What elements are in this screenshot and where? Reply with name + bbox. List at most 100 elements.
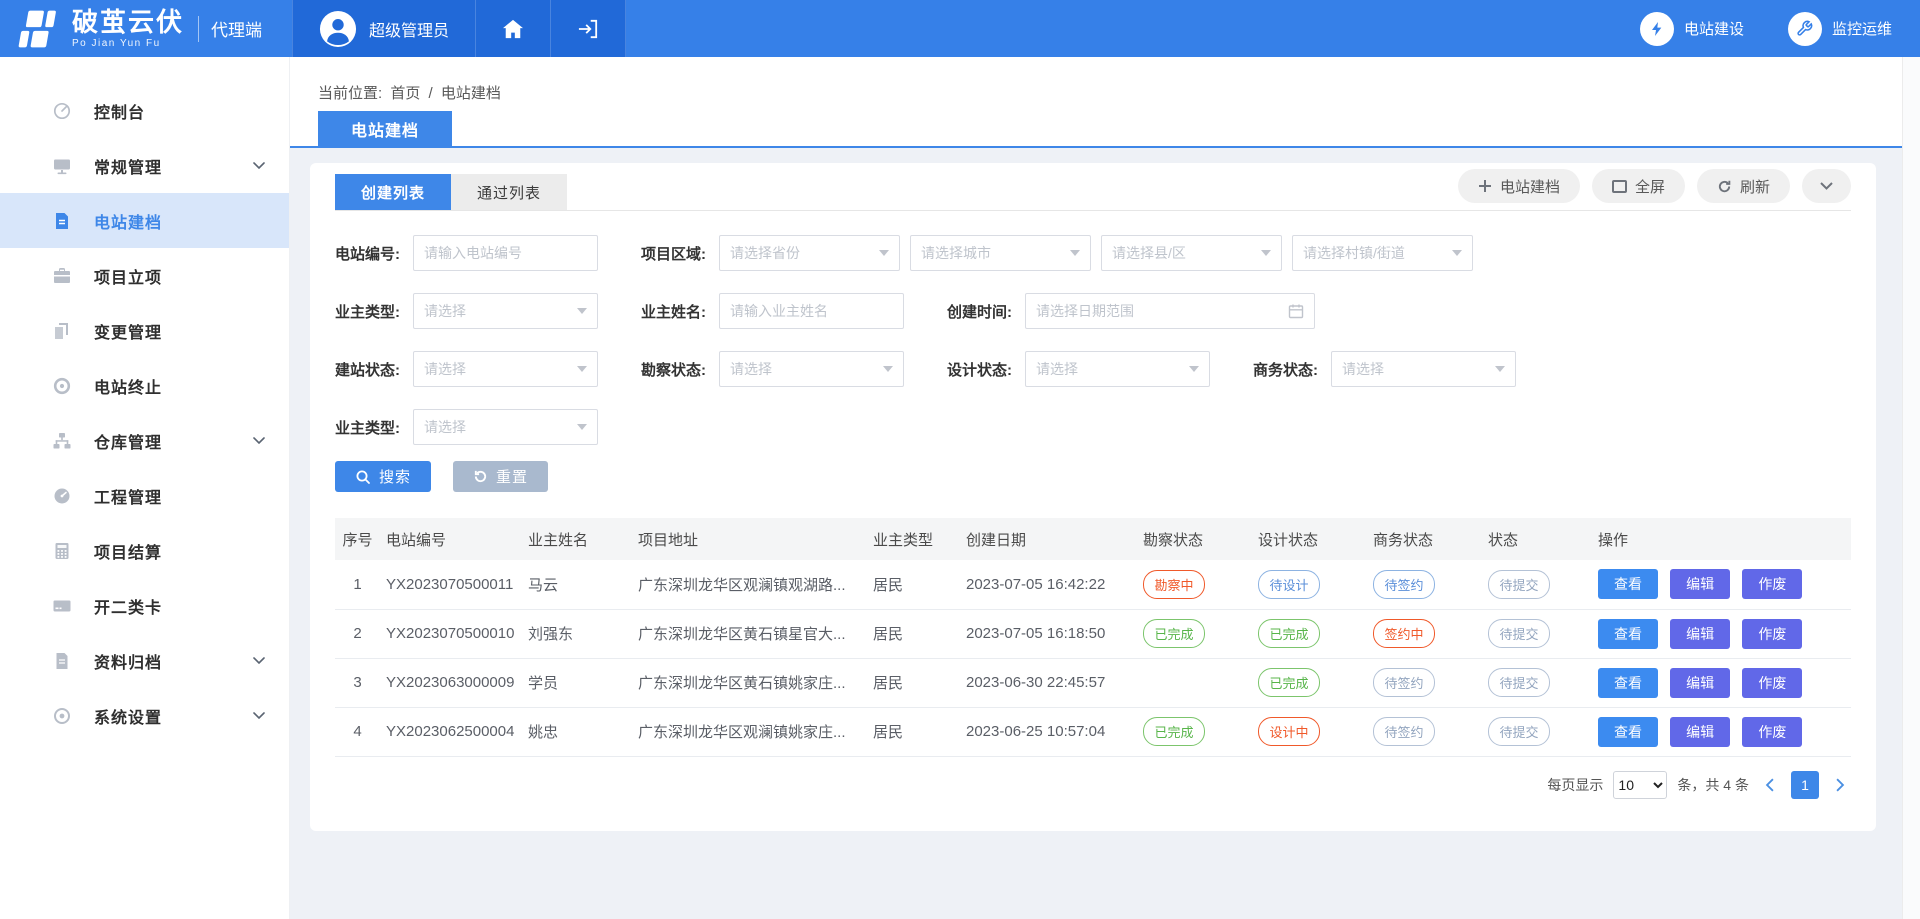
cell-address: 广东深圳龙华区黄石镇姚家庄... <box>632 658 867 707</box>
sidebar-item-station-archive[interactable]: 电站建档 <box>0 193 289 248</box>
sidebar-item-label: 项目立项 <box>94 264 162 288</box>
sidebar-item-data-archive[interactable]: 资料归档 <box>0 633 289 688</box>
void-button[interactable]: 作废 <box>1742 717 1802 747</box>
cell-station-code: YX2023062500004 <box>380 707 522 756</box>
pagination: 每页显示 10 条，共 4 条 1 <box>335 771 1851 799</box>
caret-down-icon <box>1495 366 1505 372</box>
page-tab[interactable]: 电站建档 <box>318 111 452 146</box>
tab-passed-list[interactable]: 通过列表 <box>451 174 567 210</box>
per-page-select[interactable]: 10 <box>1613 771 1667 799</box>
view-button[interactable]: 查看 <box>1598 619 1658 649</box>
edit-button[interactable]: 编辑 <box>1670 619 1730 649</box>
station-code-input[interactable] <box>413 235 598 271</box>
business-status-select[interactable]: 请选择 <box>1331 351 1516 387</box>
sidebar-item-label: 资料归档 <box>94 649 162 673</box>
scrollbar-track[interactable] <box>1902 57 1920 919</box>
edit-button[interactable]: 编辑 <box>1670 668 1730 698</box>
breadcrumb-home[interactable]: 首页 <box>390 85 420 102</box>
user-menu[interactable]: 超级管理员 <box>292 0 476 57</box>
design-status-select[interactable]: 请选择 <box>1025 351 1210 387</box>
cell-station-code: YX2023063000009 <box>380 658 522 707</box>
gauge-icon <box>52 486 72 506</box>
col-index: 序号 <box>335 518 380 560</box>
sidebar-item-project-approval[interactable]: 项目立项 <box>0 248 289 303</box>
view-button[interactable]: 查看 <box>1598 668 1658 698</box>
sidebar-item-warehouse-mgmt[interactable]: 仓库管理 <box>0 413 289 468</box>
owner-type-placeholder: 请选择 <box>424 301 466 321</box>
sidebar-item-engineering-mgmt[interactable]: 工程管理 <box>0 468 289 523</box>
void-button[interactable]: 作废 <box>1742 569 1802 599</box>
view-button[interactable]: 查看 <box>1598 717 1658 747</box>
prev-page-icon[interactable] <box>1759 778 1781 792</box>
caret-down-icon <box>577 366 587 372</box>
build-status-select[interactable]: 请选择 <box>413 351 598 387</box>
tab-create-list[interactable]: 创建列表 <box>335 174 451 210</box>
fullscreen-button[interactable]: 全屏 <box>1592 169 1685 203</box>
owner-name-input[interactable] <box>719 293 904 329</box>
sidebar-item-system-settings[interactable]: 系统设置 <box>0 688 289 743</box>
reset-button[interactable]: 重置 <box>453 461 548 492</box>
document-icon <box>52 211 72 231</box>
owner-name-label: 业主姓名: <box>641 301 719 322</box>
home-icon <box>502 19 524 39</box>
create-station-button[interactable]: 电站建档 <box>1458 169 1580 203</box>
logout-button[interactable] <box>551 0 626 57</box>
owner-type2-select[interactable]: 请选择 <box>413 409 598 445</box>
business-status-badge: 待签约 <box>1373 570 1435 599</box>
briefcase-icon <box>52 266 72 286</box>
sidebar-item-general-mgmt[interactable]: 常规管理 <box>0 138 289 193</box>
void-button[interactable]: 作废 <box>1742 668 1802 698</box>
more-button[interactable] <box>1802 169 1851 203</box>
chevron-down-icon <box>253 437 265 444</box>
toolbar: 电站建档 全屏 刷新 <box>1458 169 1851 203</box>
sitemap-icon <box>52 431 72 451</box>
owner-type2-label: 业主类型: <box>335 417 413 438</box>
main-area: 当前位置: 首页 / 电站建档 电站建档 创建列表 通过列表 电站建档 <box>290 57 1920 919</box>
sidebar-item-station-terminate[interactable]: 电站终止 <box>0 358 289 413</box>
city-select[interactable]: 请选择城市 <box>910 235 1091 271</box>
edit-button[interactable]: 编辑 <box>1670 569 1730 599</box>
date-range-input[interactable]: 请选择日期范围 <box>1025 293 1315 329</box>
nav-station-build-label: 电站建设 <box>1684 18 1744 39</box>
next-page-icon[interactable] <box>1829 778 1851 792</box>
chevron-down-icon <box>253 162 265 169</box>
col-address: 项目地址 <box>632 518 867 560</box>
town-select[interactable]: 请选择村镇/街道 <box>1292 235 1473 271</box>
sidebar-item-label: 常规管理 <box>94 154 162 178</box>
wrench-icon <box>1788 12 1822 46</box>
survey-status-badge: 勘察中 <box>1143 570 1205 599</box>
owner-type-select[interactable]: 请选择 <box>413 293 598 329</box>
nav-station-build[interactable]: 电站建设 <box>1640 12 1744 46</box>
sidebar-item-change-mgmt[interactable]: 变更管理 <box>0 303 289 358</box>
app-root: 破茧云伏 Po Jian Yun Fu 代理端 超级管理员 <box>0 0 1920 919</box>
current-page[interactable]: 1 <box>1791 771 1819 799</box>
field-build-status: 建站状态: 请选择 <box>335 351 641 387</box>
province-select[interactable]: 请选择省份 <box>719 235 900 271</box>
nav-monitor-ops[interactable]: 监控运维 <box>1788 12 1892 46</box>
view-button[interactable]: 查看 <box>1598 569 1658 599</box>
cell-created: 2023-06-25 10:57:04 <box>960 707 1137 756</box>
cell-created: 2023-07-05 16:42:22 <box>960 560 1137 609</box>
search-button[interactable]: 搜索 <box>335 461 431 492</box>
edit-button[interactable]: 编辑 <box>1670 717 1730 747</box>
survey-status-select[interactable]: 请选择 <box>719 351 904 387</box>
status-badge: 待提交 <box>1488 570 1550 599</box>
void-button[interactable]: 作废 <box>1742 619 1802 649</box>
home-button[interactable] <box>476 0 551 57</box>
sidebar-item-class2-card[interactable]: 开二类卡 <box>0 578 289 633</box>
col-design-status: 设计状态 <box>1252 518 1367 560</box>
brand-logo-icon <box>16 8 62 50</box>
design-status-badge: 设计中 <box>1258 717 1320 746</box>
field-owner-name: 业主姓名: <box>641 293 947 329</box>
cell-owner-type: 居民 <box>867 609 960 658</box>
refresh-icon <box>1717 179 1732 194</box>
county-select[interactable]: 请选择县/区 <box>1101 235 1282 271</box>
business-status-badge: 签约中 <box>1373 619 1435 648</box>
top-header: 破茧云伏 Po Jian Yun Fu 代理端 超级管理员 <box>0 0 1920 57</box>
sidebar-item-project-settlement[interactable]: 项目结算 <box>0 523 289 578</box>
sidebar-item-console[interactable]: 控制台 <box>0 83 289 138</box>
sidebar-item-label: 仓库管理 <box>94 429 162 453</box>
col-owner-name: 业主姓名 <box>522 518 632 560</box>
refresh-button[interactable]: 刷新 <box>1697 169 1790 203</box>
refresh-label: 刷新 <box>1740 176 1770 197</box>
